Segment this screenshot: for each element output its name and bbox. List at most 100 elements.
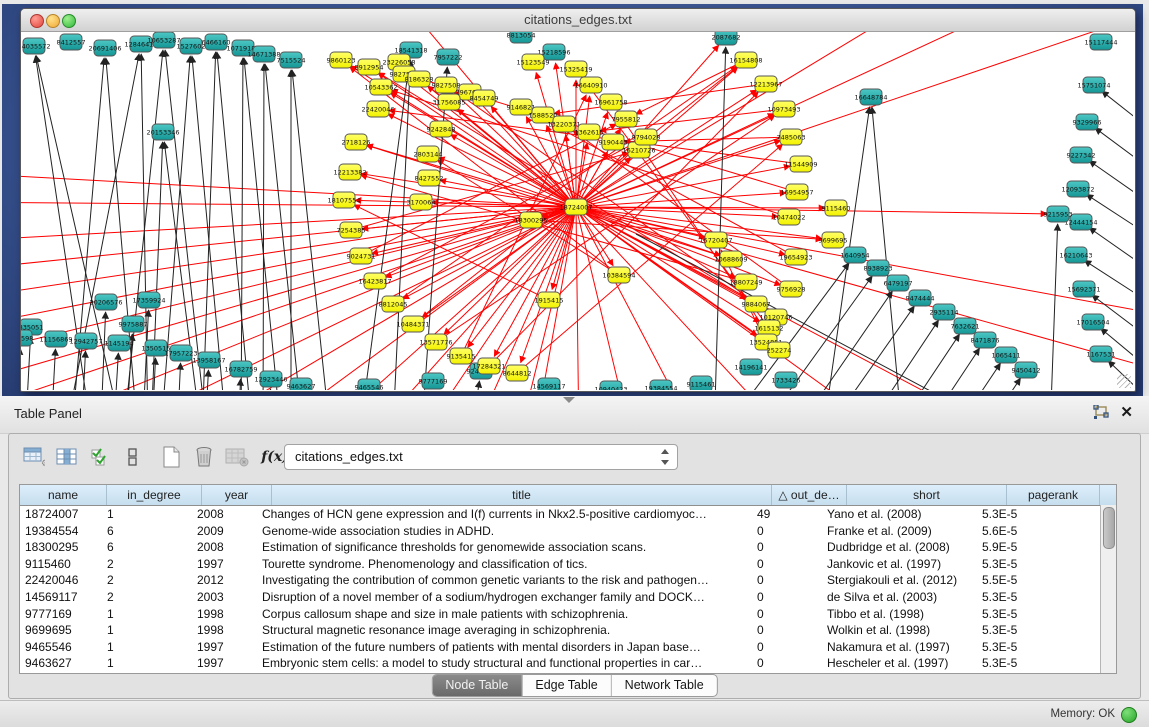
column-header[interactable]: year	[202, 485, 272, 505]
graph-node[interactable]: 7485063	[777, 129, 806, 145]
network-canvas[interactable]: 1403557284125572069140612846411106532871…	[21, 32, 1133, 390]
table-mode-icon[interactable]: ⚙	[21, 444, 47, 470]
graph-node[interactable]: 9465546	[355, 379, 384, 390]
graph-node[interactable]: 12213382	[333, 164, 366, 180]
graph-edge[interactable]	[576, 207, 581, 390]
column-header[interactable]: short	[847, 485, 1007, 505]
new-column-icon[interactable]	[158, 444, 184, 470]
graph-node[interactable]: 2803144	[414, 146, 443, 162]
graph-edge[interactable]	[470, 381, 479, 390]
graph-edge[interactable]	[1089, 161, 1133, 197]
graph-node[interactable]: 9024731	[347, 248, 376, 264]
graph-node[interactable]: 14569117	[532, 378, 565, 390]
graph-node[interactable]: 8912954	[355, 59, 384, 75]
graph-edge[interactable]	[161, 56, 190, 390]
tab-node-table[interactable]: Node Table	[432, 675, 522, 696]
graph-node[interactable]: 11544909	[784, 156, 817, 172]
graph-edge[interactable]	[872, 107, 906, 390]
graph-edge[interactable]	[576, 32, 1061, 207]
graph-node[interactable]: 8427552	[415, 170, 444, 186]
graph-node[interactable]: 8938923	[864, 260, 893, 276]
graph-node[interactable]: 9794028	[632, 129, 661, 145]
graph-node[interactable]: 12923446	[254, 371, 287, 387]
graph-node[interactable]: 9975887	[119, 316, 148, 332]
graph-node[interactable]: 14035572	[21, 38, 51, 54]
table-vertical-scrollbar[interactable]	[1100, 505, 1116, 673]
graph-node[interactable]: 8186328	[405, 71, 434, 87]
graph-node[interactable]: 9777169	[419, 373, 448, 389]
graph-edge[interactable]	[236, 379, 241, 390]
graph-node[interactable]: 3170064	[407, 194, 436, 210]
graph-node[interactable]: 17016504	[1076, 314, 1109, 330]
graph-node[interactable]: 7955812	[612, 111, 641, 127]
row-height-icon[interactable]	[120, 444, 146, 470]
graph-node[interactable]: 1145194	[105, 335, 134, 351]
graph-node[interactable]: 9463627	[287, 378, 316, 390]
graph-edge[interactable]	[113, 353, 118, 390]
graph-node[interactable]: 12093872	[1061, 181, 1094, 197]
graph-node[interactable]: 15692371	[1067, 281, 1100, 297]
table-row[interactable]: 946362711997Embryonic stem cells: a mode…	[20, 655, 1116, 672]
graph-edge[interactable]	[1095, 128, 1133, 162]
table-row[interactable]: 1872400712008Changes of HCN gene express…	[20, 506, 1116, 523]
graph-node[interactable]: 7254385	[337, 222, 366, 238]
graph-node[interactable]: 20691406	[88, 40, 121, 56]
graph-node[interactable]: 16954957	[780, 184, 813, 200]
table-selector-dropdown[interactable]: citations_edges.txt	[284, 444, 678, 470]
graph-edge[interactable]	[361, 175, 746, 282]
window-resize-grip[interactable]	[1117, 374, 1131, 388]
graph-node[interactable]: 9329966	[1073, 114, 1102, 130]
graph-edge[interactable]	[21, 207, 576, 242]
graph-node[interactable]: 9215953	[1044, 206, 1073, 222]
graph-edge[interactable]	[21, 207, 576, 272]
graph-node[interactable]: 2718126	[342, 134, 371, 150]
graph-edge[interactable]	[176, 363, 181, 390]
column-header[interactable]: pagerank	[1007, 485, 1100, 505]
graph-node[interactable]: 8471876	[971, 332, 1000, 348]
split-divider-handle[interactable]	[563, 397, 575, 403]
graph-edge[interactable]	[201, 52, 216, 390]
tab-network-table[interactable]: Network Table	[612, 675, 717, 696]
table-row[interactable]: 946554611997Estimation of the future num…	[20, 639, 1116, 656]
table-row[interactable]: 977716911998Corpus callosum shape and si…	[20, 606, 1116, 623]
graph-node[interactable]: 252274	[767, 342, 792, 358]
graph-node[interactable]: 19654923	[779, 249, 812, 265]
graph-node[interactable]: 9227342	[1067, 147, 1096, 163]
graph-node[interactable]: 14196141	[734, 359, 767, 375]
graph-edge[interactable]	[891, 348, 979, 390]
graph-node[interactable]: 7632621	[951, 318, 980, 334]
graph-node[interactable]: 7957222	[434, 49, 463, 65]
graph-node[interactable]: 10940423	[594, 381, 627, 390]
graph-node[interactable]: 10384594	[602, 267, 635, 283]
network-window[interactable]: citations_edges.txt	[20, 8, 1136, 392]
graph-node[interactable]: 13571776	[419, 334, 452, 350]
graph-node[interactable]: 1065411	[992, 347, 1021, 363]
graph-node[interactable]: 9242848	[427, 121, 456, 137]
graph-edge[interactable]	[241, 58, 243, 390]
column-header[interactable]: name	[20, 485, 107, 505]
graph-node[interactable]: 10474022	[772, 209, 805, 225]
graph-node[interactable]: 1167531	[1087, 346, 1116, 362]
close-panel-icon[interactable]: ✕	[1120, 403, 1133, 423]
graph-node[interactable]: 19384554	[644, 380, 677, 390]
column-header[interactable]: △ out_de…	[772, 485, 847, 505]
table-row[interactable]: 1830029562008Estimation of significance …	[20, 539, 1116, 556]
network-graph[interactable]: 1403557284125572069140612846411106532871…	[21, 32, 1133, 390]
graph-node[interactable]: 8454749	[470, 90, 499, 106]
graph-node[interactable]: 16640910	[574, 77, 607, 93]
graph-edge[interactable]	[951, 378, 1020, 390]
graph-node[interactable]: 8644812	[503, 365, 532, 381]
graph-node[interactable]: 9699695	[819, 232, 848, 248]
graph-node[interactable]: 9115461	[687, 376, 716, 390]
graph-node[interactable]: 9135415	[447, 348, 476, 364]
table-row[interactable]: 911546021997Tourette syndrome. Phenomeno…	[20, 556, 1116, 573]
graph-node[interactable]: 8412557	[57, 34, 86, 50]
show-columns-icon[interactable]	[54, 444, 80, 470]
graph-node[interactable]: 9474444	[906, 290, 935, 306]
graph-node[interactable]: 9860123	[327, 52, 356, 68]
graph-node[interactable]: 9115460	[822, 200, 851, 216]
graph-node[interactable]: 1915415	[535, 292, 564, 308]
float-panel-icon[interactable]	[1092, 405, 1109, 421]
graph-edge[interactable]	[1089, 228, 1133, 264]
memory-ok-icon[interactable]	[1121, 707, 1137, 723]
